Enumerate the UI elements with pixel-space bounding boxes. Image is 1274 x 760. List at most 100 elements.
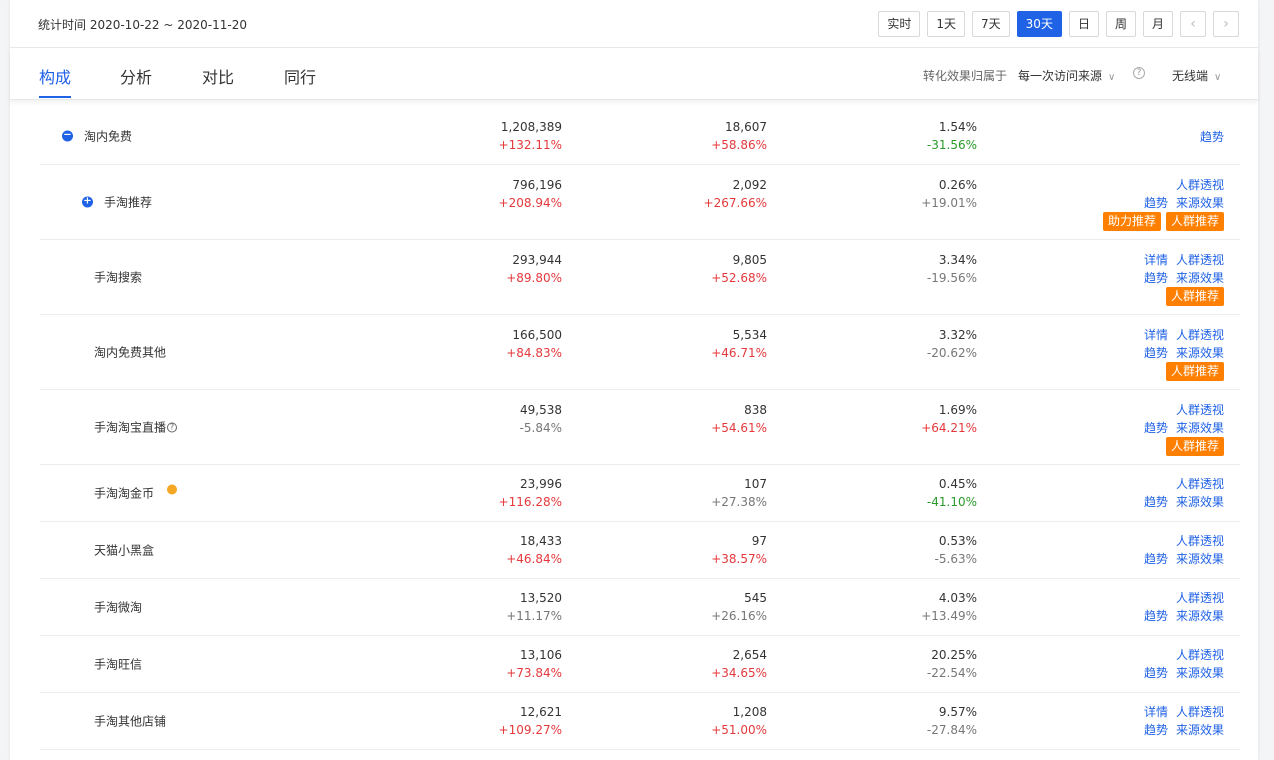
period-month-button[interactable]: 月 (1142, 11, 1173, 37)
metric-change: +34.65% (711, 666, 767, 680)
source-effect-link[interactable]: 来源效果 (1176, 421, 1224, 435)
metric-cell-2: 2,654 +34.65% (647, 646, 767, 682)
metric-value: 20.25% (931, 648, 977, 662)
period-realtime-button[interactable]: 实时 (878, 11, 921, 37)
table-row: 手淘淘金币 23,996 +116.28% 107 +27.38% 0.45% -41.10… (40, 465, 1240, 522)
actions-line-2: 趋势 来源效果 (1136, 493, 1224, 511)
audience-recommend-button[interactable]: 人群推荐 (1165, 362, 1224, 381)
boost-recommend-button[interactable]: 助力推荐 (1102, 212, 1161, 231)
active-tab-indicator (39, 96, 71, 98)
audience-recommend-button[interactable]: 人群推荐 (1165, 437, 1224, 456)
audience-insight-link[interactable]: 人群透视 (1176, 253, 1224, 267)
actions-line-3: 人群推荐 (1136, 437, 1224, 456)
detail-link[interactable]: 详情 (1144, 328, 1168, 342)
collapse-icon[interactable]: − (62, 130, 73, 142)
metric-cell-1: 13,520 +11.17% (442, 589, 562, 625)
source-name: 淘内免费其他 (94, 345, 167, 360)
chevron-down-icon: ∨ (1108, 72, 1116, 83)
metric-change: +52.68% (711, 271, 767, 285)
help-icon[interactable]: ? (167, 422, 178, 432)
actions-line-1: 人群透视 (1136, 646, 1224, 664)
row-actions: 详情 人群透视 趋势 来源效果 (1136, 703, 1224, 739)
period-day-button[interactable]: 日 (1068, 11, 1099, 37)
trend-link[interactable]: 趋势 (1144, 346, 1168, 360)
trend-link[interactable]: 趋势 (1144, 271, 1168, 285)
help-icon[interactable]: ? (1133, 67, 1145, 79)
metric-value: 97 (751, 534, 767, 548)
source-effect-link[interactable]: 来源效果 (1176, 552, 1224, 566)
actions-line-1: 人群透视 (1136, 532, 1224, 550)
source-effect-link[interactable]: 来源效果 (1176, 609, 1224, 623)
tab-analysis[interactable]: 分析 (120, 64, 152, 88)
trend-link[interactable]: 趋势 (1144, 609, 1168, 623)
trend-link[interactable]: 趋势 (1144, 495, 1168, 509)
trend-link[interactable]: 趋势 (1200, 130, 1224, 144)
trend-link[interactable]: 趋势 (1144, 421, 1168, 435)
device-select[interactable]: 无线端 ∨ (1172, 67, 1221, 84)
period-7day-button[interactable]: 7天 (972, 11, 1010, 37)
metric-value: 13,106 (520, 648, 562, 662)
tab-compare[interactable]: 对比 (202, 64, 234, 88)
metric-cell-2: 545 +26.16% (647, 589, 767, 625)
tab-peers[interactable]: 同行 (284, 64, 316, 88)
source-name-cell: + 手淘推荐 (82, 194, 152, 211)
detail-link[interactable]: 详情 (1144, 253, 1168, 267)
audience-insight-link[interactable]: 人群透视 (1176, 705, 1224, 719)
period-1day-button[interactable]: 1天 (927, 11, 966, 37)
expand-icon[interactable]: + (82, 196, 93, 208)
audience-recommend-button[interactable]: 人群推荐 (1165, 287, 1224, 306)
metric-change: -5.84% (519, 421, 562, 435)
source-name: 手淘淘宝直播 (94, 420, 167, 435)
source-effect-link[interactable]: 来源效果 (1176, 723, 1224, 737)
metric-cell-1: 18,433 +46.84% (442, 532, 562, 568)
actions-line-3: 人群推荐 (1136, 287, 1224, 306)
source-effect-link[interactable]: 来源效果 (1176, 495, 1224, 509)
source-name-cell: 淘内免费其他 (94, 344, 166, 361)
period-week-button[interactable]: 周 (1105, 11, 1136, 37)
trend-link[interactable]: 趋势 (1144, 196, 1168, 210)
prev-arrow-icon[interactable]: ‹ (1180, 11, 1206, 37)
source-effect-link[interactable]: 来源效果 (1176, 196, 1224, 210)
trend-link[interactable]: 趋势 (1144, 552, 1168, 566)
audience-insight-link[interactable]: 人群透视 (1176, 178, 1224, 192)
audience-insight-link[interactable]: 人群透视 (1176, 403, 1224, 417)
trend-link[interactable]: 趋势 (1144, 666, 1168, 680)
source-name: 手淘淘金币 (94, 486, 155, 501)
metric-cell-2: 97 +38.57% (647, 532, 767, 568)
metric-cell-1: 12,621 +109.27% (442, 703, 562, 739)
audience-insight-link[interactable]: 人群透视 (1176, 477, 1224, 491)
source-effect-link[interactable]: 来源效果 (1176, 346, 1224, 360)
tab-composition[interactable]: 构成 (39, 64, 71, 88)
source-effect-link[interactable]: 来源效果 (1176, 271, 1224, 285)
metric-cell-3: 3.32% -20.62% (857, 326, 977, 362)
metric-value: 4.03% (938, 591, 977, 605)
period-30day-button[interactable]: 30天 (1016, 11, 1062, 37)
detail-link[interactable]: 详情 (1144, 705, 1168, 719)
metric-value: 49,538 (520, 403, 562, 417)
audience-insight-link[interactable]: 人群透视 (1176, 591, 1224, 605)
audience-recommend-button[interactable]: 人群推荐 (1165, 212, 1224, 231)
attribution-select[interactable]: 每一次访问来源 ∨ (1018, 67, 1115, 84)
trend-link[interactable]: 趋势 (1144, 723, 1168, 737)
metric-change: +46.84% (506, 552, 562, 566)
metric-change: -5.63% (934, 552, 977, 566)
audience-insight-link[interactable]: 人群透视 (1176, 648, 1224, 662)
metric-change: +116.28% (498, 495, 562, 509)
source-name-cell: 手淘旺信 (94, 656, 142, 673)
metric-value: 9,805 (732, 253, 767, 267)
table-row: 淘内免费其他 166,500 +84.83% 5,534 +46.71% 3.32% -20… (40, 315, 1240, 390)
metric-value: 1,208 (732, 705, 767, 719)
metric-change: -22.54% (926, 666, 977, 680)
actions-line-2: 趋势 来源效果 (1136, 269, 1224, 287)
row-actions: 人群透视 趋势 来源效果 (1136, 589, 1224, 625)
table-row: − 淘内免费 1,208,389 +132.11% 18,607 +58.86% 1.54%… (40, 108, 1240, 165)
metric-cell-3: 9.57% -27.84% (857, 703, 977, 739)
source-effect-link[interactable]: 来源效果 (1176, 666, 1224, 680)
audience-insight-link[interactable]: 人群透视 (1176, 534, 1224, 548)
chevron-down-icon: ∨ (1214, 72, 1222, 83)
audience-insight-link[interactable]: 人群透视 (1176, 328, 1224, 342)
actions-line-1: 人群透视 (1098, 176, 1224, 194)
source-name: 手淘其他店铺 (94, 714, 167, 729)
metric-cell-2: 2,092 +267.66% (647, 176, 767, 212)
next-arrow-icon[interactable]: › (1213, 11, 1239, 37)
